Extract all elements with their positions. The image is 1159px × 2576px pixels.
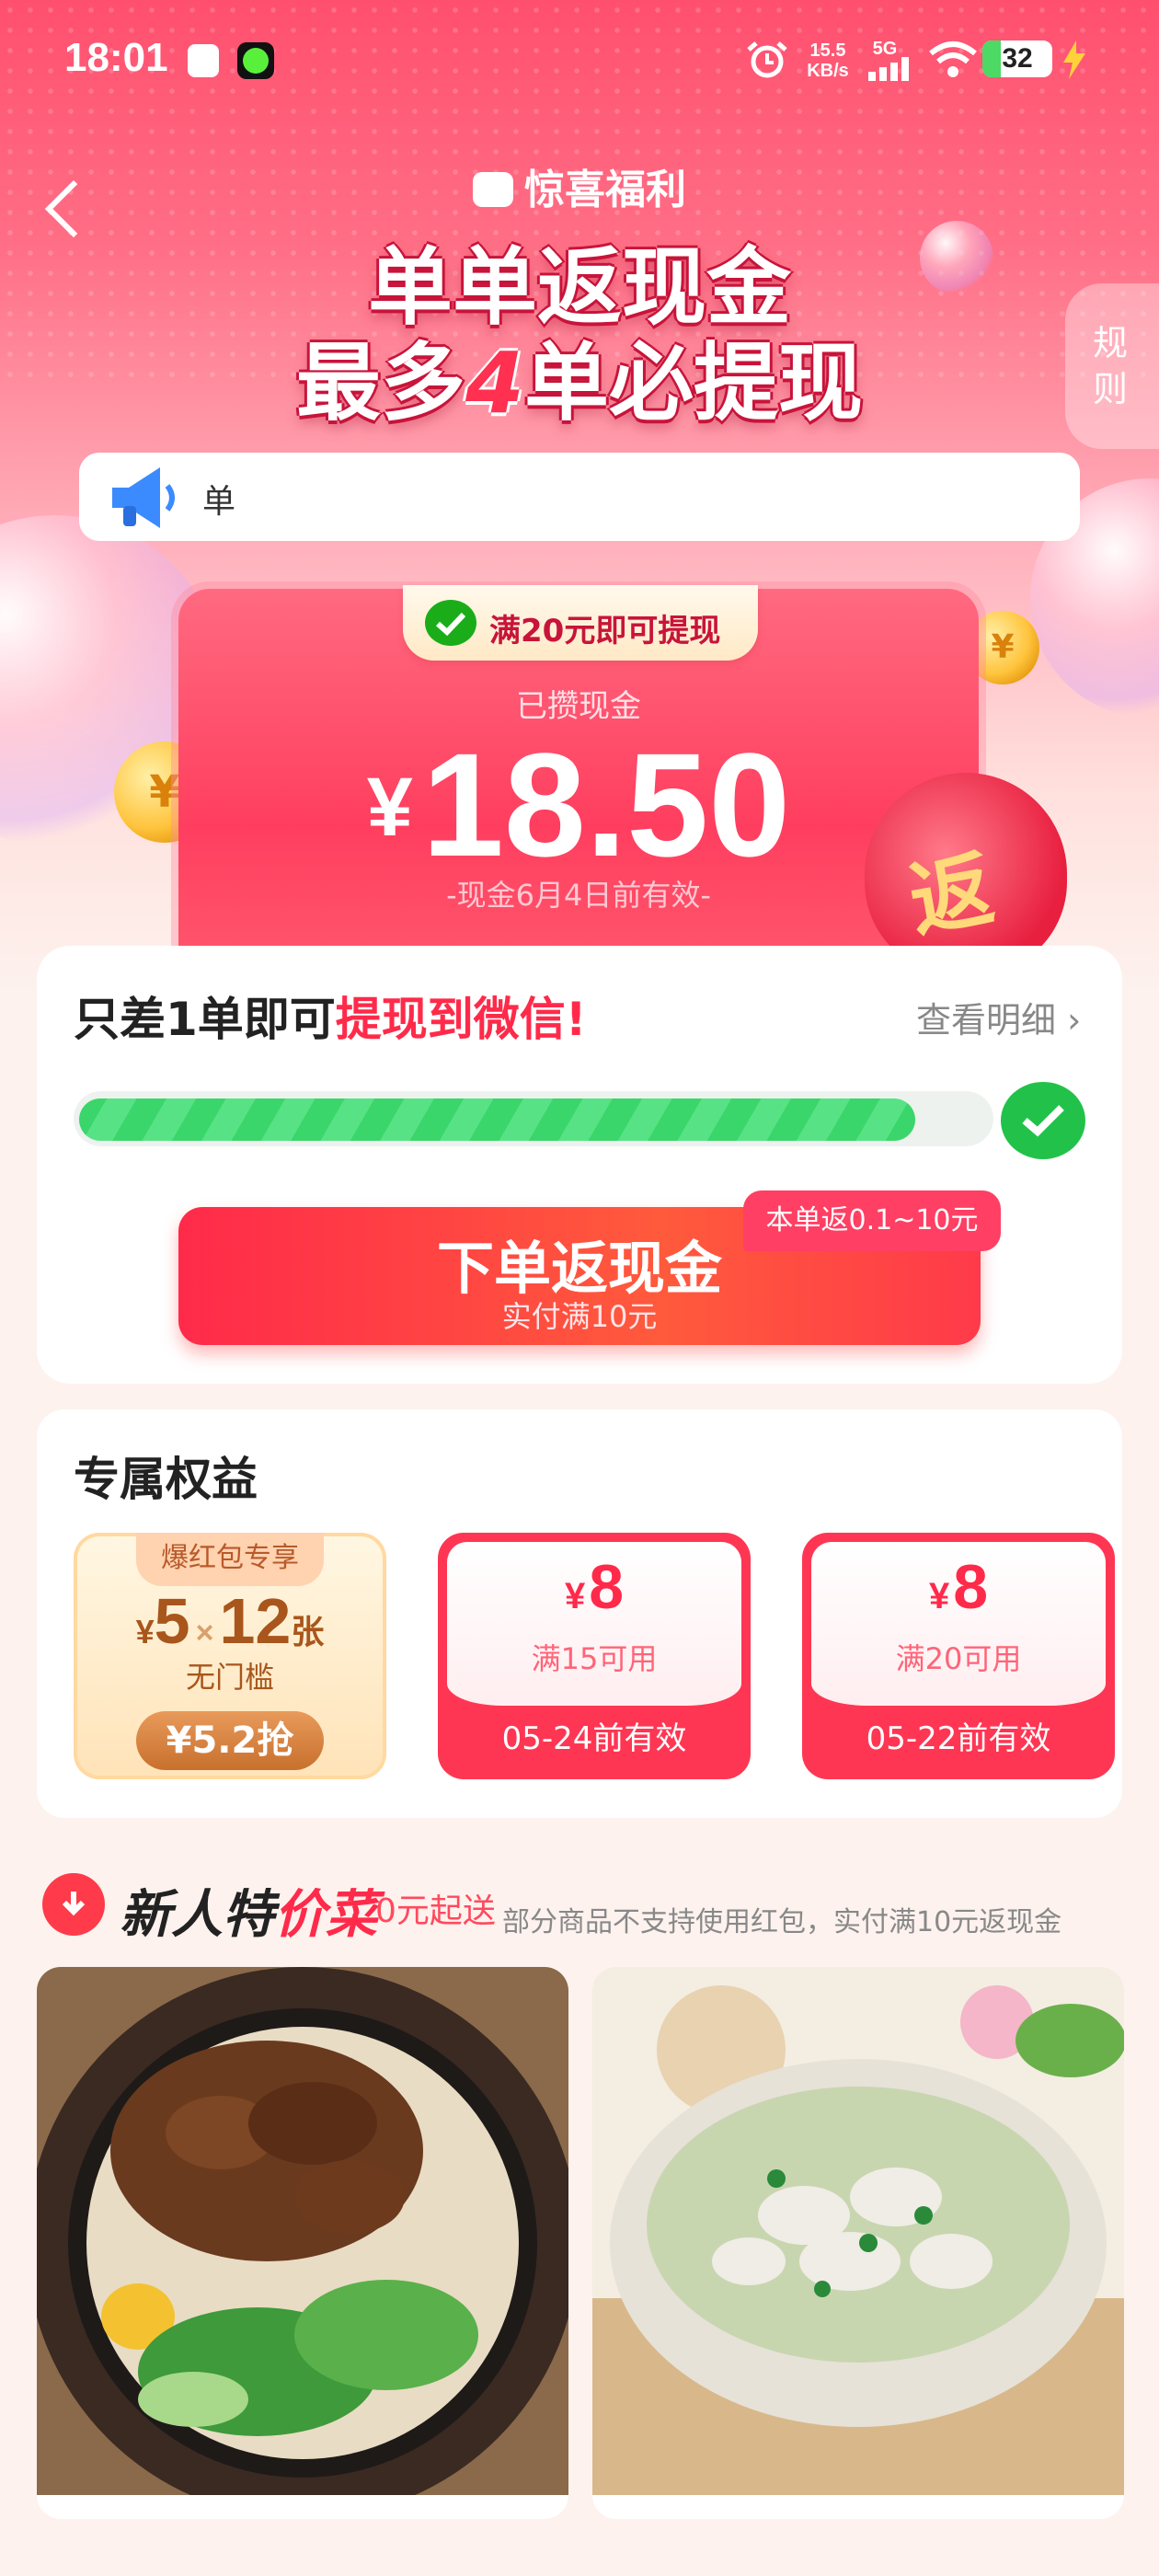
progress-fill [79, 1098, 915, 1141]
disclaimer-text: 部分商品不支持使用红包，实付满10元返现金 [502, 1906, 1062, 1938]
section-title: 新人特价菜 [120, 1885, 377, 1945]
goal-text: 只差1单即可提现到微信! [74, 993, 587, 1046]
gift-icon [473, 172, 513, 207]
order-button-sublabel: 实付满10元 [501, 1299, 658, 1334]
hongbao-amount: ¥5 ×12张 [135, 1585, 325, 1657]
chevron-right-icon: › [1056, 1000, 1082, 1041]
megaphone-icon [103, 453, 186, 541]
coupon-expire: 05-24前有效 [501, 1720, 687, 1757]
brand-title: 惊喜福利 [0, 156, 1159, 215]
food-image [592, 1967, 1124, 2495]
status-time: 18:01 [64, 35, 168, 80]
view-details-link[interactable]: 查看明细 › [916, 992, 1081, 1042]
net-speed: 15.5 KB/s [807, 40, 849, 81]
hongbao-grab-button[interactable]: ¥5.2抢 [136, 1711, 324, 1770]
signal-icon [868, 57, 916, 81]
headline-line2: 最多4单必提现 [295, 334, 864, 432]
storage-icon [188, 44, 219, 77]
food-card[interactable]: 窝蛋牛肉煲仔饭 [37, 1967, 568, 2519]
zero-delivery-tag: 0元起送 [375, 1892, 496, 1930]
cash-label: 已攒现金 [516, 688, 641, 725]
wifi-icon [927, 40, 979, 79]
coupon-condition: 满20可用 [895, 1641, 1022, 1676]
coupon-condition: 满15可用 [531, 1641, 658, 1676]
hongbao-tag: 爆红包专享 [136, 1533, 324, 1586]
coupon-card[interactable]: ¥8 满20可用 05-22前有效 [802, 1533, 1115, 1779]
notice-text: 单 [202, 483, 236, 521]
food-image [37, 1967, 568, 2519]
wechat-icon [1001, 1082, 1085, 1159]
alarm-icon [743, 40, 791, 78]
charging-icon [1060, 40, 1087, 79]
coupon-expire: 05-22前有效 [866, 1720, 1051, 1757]
withdraw-threshold-text: 满20元即可提现 [489, 613, 721, 650]
food-name: 窝蛋牛肉煲仔饭 [68, 2508, 546, 2519]
hongbao-threshold: 无门槛 [185, 1660, 274, 1695]
download-badge-icon [42, 1873, 105, 1936]
app-notification-icon [237, 42, 274, 79]
cash-amount: ¥18.50 [366, 722, 791, 887]
coupon-card[interactable]: ¥8 满15可用 05-24前有效 [438, 1533, 751, 1779]
food-name: 荠菜鲜肉小馄饨【招... [624, 2508, 1102, 2519]
battery-indicator: 32 [982, 40, 1052, 77]
rules-button[interactable]: 规则 [1065, 283, 1159, 449]
coupon-amount: ¥8 [564, 1552, 625, 1622]
benefits-title: 专属权益 [74, 1453, 258, 1506]
net-type: 5G [872, 39, 898, 59]
wechat-check-icon [425, 600, 476, 646]
coupon-amount: ¥8 [928, 1552, 989, 1622]
food-card[interactable]: 荠菜鲜肉小馄饨【招... [592, 1967, 1124, 2519]
cash-expire-text: -现金6月4日前有效- [446, 878, 711, 913]
cashback-range-tag: 本单返0.1~10元 [743, 1190, 1001, 1251]
